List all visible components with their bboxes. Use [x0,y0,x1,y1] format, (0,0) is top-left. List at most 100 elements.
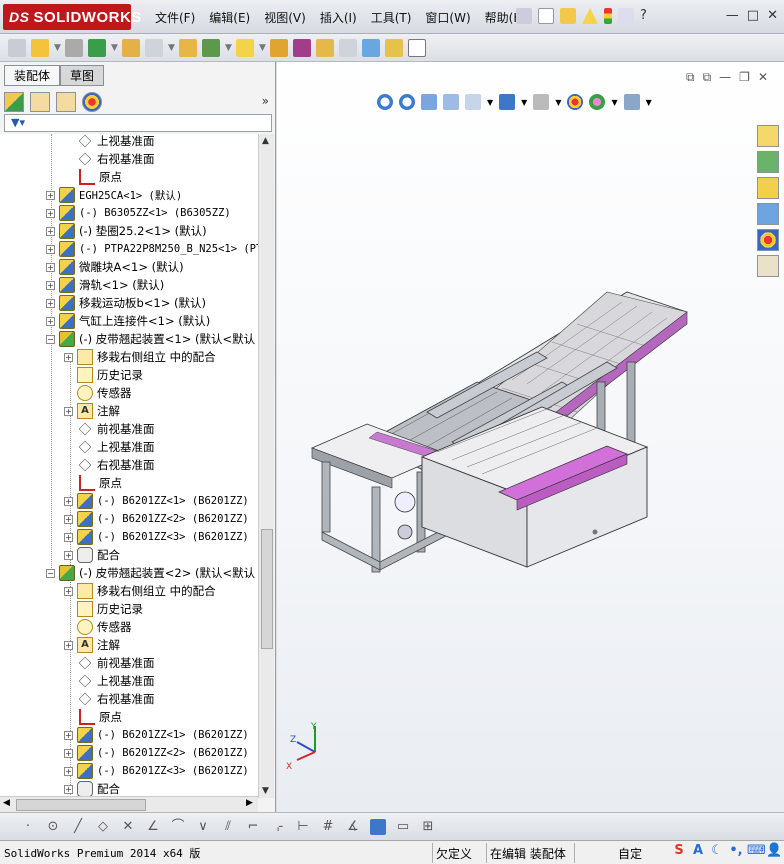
file-explorer-icon[interactable] [757,177,779,199]
tree-item[interactable]: + 移栽运动板b<1> (默认) [46,294,206,312]
menu-view[interactable]: 视图(V) [257,9,313,26]
tree-item[interactable]: − (-) 皮带翘起装置<2> (默认<默认 [46,564,255,582]
take-snapshot-icon[interactable] [408,38,426,57]
tree-item[interactable]: + 配合 [64,546,120,564]
tree-item[interactable]: + (-) B6201ZZ<1> (B6201ZZ) [64,492,249,510]
tree-item[interactable]: − (-) 皮带翘起装置<1> (默认<默认 [46,330,255,348]
expand-icon[interactable]: + [64,730,73,740]
traffic-light-icon[interactable] [604,8,612,24]
appearances-icon[interactable] [757,229,779,251]
tree-item[interactable]: 原点 [77,474,122,492]
dropdown-arrow-icon[interactable]: ▼ [225,43,232,53]
line-icon[interactable]: ╱ [70,819,86,835]
mate-icon[interactable] [65,38,83,57]
graphics-area[interactable]: ⧉ ⧉ — ❐ ✕ ▼ ▼ ▼ ▼ ▼ Y Z X [277,62,784,812]
expand-icon[interactable]: + [46,190,55,200]
expand-icon[interactable]: + [64,532,73,542]
property-manager-icon[interactable] [30,92,50,112]
tab-sketch[interactable]: 草图 [60,65,105,86]
expand-icon[interactable]: + [64,766,73,776]
expand-icon[interactable]: + [46,280,55,290]
tree-item[interactable]: 前视基准面 [77,420,155,438]
tree-item[interactable]: + 滑轨<1> (默认) [46,276,164,294]
feature-manager-icon[interactable] [4,92,24,112]
tree-item[interactable]: + (-) 垫圈25.2<1> (默认) [46,222,207,240]
tree-item[interactable]: + A 注解 [64,636,120,654]
expand-icon[interactable]: + [64,550,73,560]
tree-item[interactable]: 右视基准面 [77,690,155,708]
tree-item[interactable]: 右视基准面 [77,150,155,168]
rectangle-view-icon[interactable]: ▭ [395,819,411,835]
options-icon[interactable] [618,8,634,24]
collapse-icon[interactable]: − [46,334,55,344]
tree-item[interactable]: + 移栽右侧组立 中的配合 [64,582,216,600]
tree-item[interactable]: 上视基准面 [77,438,155,456]
insert-component-icon[interactable] [31,38,49,57]
tree-item[interactable]: 前视基准面 [77,654,155,672]
units-status-text[interactable]: 自定 [618,845,642,862]
view-palette-icon[interactable] [757,203,779,225]
tab-assembly[interactable]: 装配体 [4,65,61,86]
close-icon[interactable]: ✕ [767,8,778,23]
scroll-thumb[interactable] [261,529,273,649]
new-motion-study-icon[interactable] [270,38,288,57]
maximize-icon[interactable]: □ [747,8,759,23]
chamfer-icon[interactable]: ∨ [195,819,211,835]
tree-item[interactable]: 传感器 [77,384,132,402]
ime-punctuation-icon[interactable]: •, [728,843,744,861]
display-manager-icon[interactable] [82,92,102,112]
new-document-icon[interactable] [538,8,554,24]
menu-file[interactable]: 文件(F) [148,9,202,26]
ime-keyboard-icon[interactable]: ⌨ [747,843,766,861]
construction-geometry-icon[interactable]: ⌌ [270,819,286,835]
point-icon[interactable]: · [20,819,36,835]
scroll-right-icon[interactable]: ▶ [246,798,253,808]
expand-icon[interactable]: + [64,586,73,596]
corner-icon[interactable]: ⌐ [245,819,261,835]
expand-icon[interactable]: + [64,640,73,650]
expand-icon[interactable]: + [46,226,55,236]
tree-item[interactable]: + A 注解 [64,402,120,420]
ime-moon-icon[interactable]: ☾ [709,843,725,861]
tree-item[interactable]: + 气缸上连接件<1> (默认) [46,312,210,330]
dropdown-arrow-icon[interactable]: ▼ [111,43,118,53]
expand-icon[interactable]: + [64,748,73,758]
menu-tools[interactable]: 工具(T) [364,9,419,26]
offset-icon[interactable]: ⫽ [220,819,236,835]
instant3d-icon[interactable] [362,38,380,57]
minimize-icon[interactable]: — [726,8,739,23]
expand-chevron-icon[interactable]: » [262,94,269,108]
tree-item[interactable]: + (-) B6201ZZ<3> (B6201ZZ) [64,528,249,546]
tree-item[interactable]: 历史记录 [77,366,143,384]
tree-item[interactable]: 原点 [77,168,122,186]
tree-item[interactable]: 上视基准面 [77,672,155,690]
speedpak-icon[interactable] [385,38,403,57]
tree-item[interactable]: + (-) B6305ZZ<1> (B6305ZZ) [46,204,231,222]
reference-geometry-icon[interactable] [236,38,254,57]
ime-user-icon[interactable]: 👤 [766,843,782,861]
tree-item[interactable]: 上视基准面 [77,134,155,150]
smart-fasteners-icon[interactable] [122,38,140,57]
tree-item[interactable]: 右视基准面 [77,456,155,474]
tree-item[interactable]: + (-) B6201ZZ<2> (B6201ZZ) [64,510,249,528]
collapse-icon[interactable]: − [46,568,55,578]
bill-of-materials-icon[interactable] [293,38,311,57]
pattern-icon[interactable] [88,38,106,57]
solidworks-logo[interactable]: DS SOLIDWORKS [3,4,141,30]
explode-line-icon[interactable] [339,38,357,57]
filter-icon[interactable]: ▼▾ [11,116,25,129]
design-library-icon[interactable] [757,151,779,173]
ime-mode-icon[interactable]: A [690,843,706,861]
extend-icon[interactable]: ∠ [145,819,161,835]
edit-component-icon[interactable] [8,38,26,57]
expand-icon[interactable]: + [64,514,73,524]
scroll-up-icon[interactable]: ▲ [262,136,269,146]
fillet-icon[interactable]: ⌒ [170,819,186,835]
tree-item[interactable]: 历史记录 [77,600,143,618]
ime-logo-icon[interactable]: S [671,843,687,861]
horizontal-scroll-thumb[interactable] [16,799,146,811]
menu-window[interactable]: 窗口(W) [418,9,477,26]
tree-horizontal-scrollbar[interactable]: ◀ ▶ [0,796,258,812]
expand-icon[interactable]: + [64,784,73,794]
tree-item[interactable]: + 微雕块A<1> (默认) [46,258,184,276]
